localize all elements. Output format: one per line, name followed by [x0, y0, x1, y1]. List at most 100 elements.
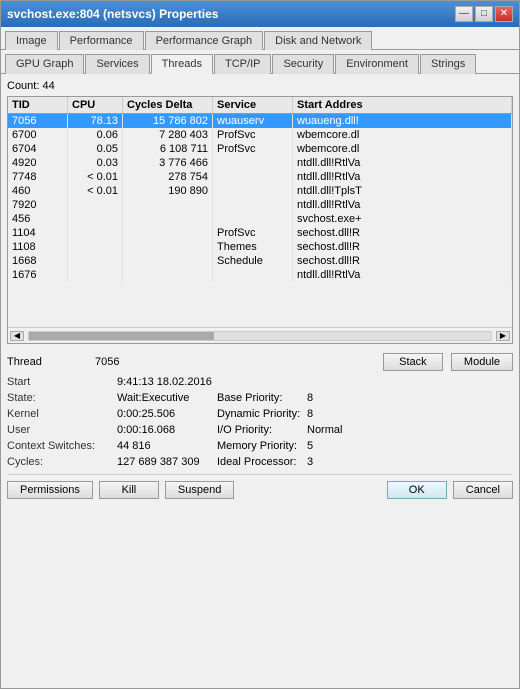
count-row: Count: 44	[7, 80, 513, 92]
cell-tid: 7920	[8, 198, 68, 212]
table-header: TID CPU Cycles Delta Service Start Addre…	[8, 97, 512, 114]
cell-cpu	[68, 226, 123, 240]
cell-cycles	[123, 226, 213, 240]
table-row[interactable]: 7056 78.13 15 786 802 wuauserv wuaueng.d…	[8, 114, 512, 128]
table-body[interactable]: 7056 78.13 15 786 802 wuauserv wuaueng.d…	[8, 114, 512, 327]
permissions-button[interactable]: Permissions	[7, 481, 93, 499]
kernel-row: Kernel 0:00:25.506 Dynamic Priority: 8	[7, 406, 513, 422]
tab-performance-graph[interactable]: Performance Graph	[145, 31, 264, 50]
cell-cpu: 78.13	[68, 114, 123, 128]
cell-service	[213, 198, 293, 212]
content-area: Count: 44 TID CPU Cycles Delta Service S…	[1, 74, 519, 688]
kernel-label: Kernel	[7, 408, 117, 420]
tab-tcpip[interactable]: TCP/IP	[214, 54, 271, 74]
cell-service: ProfSvc	[213, 226, 293, 240]
cell-cycles	[123, 198, 213, 212]
title-bar: svchost.exe:804 (netsvcs) Properties — □…	[1, 1, 519, 27]
cycles-label: Cycles:	[7, 456, 117, 468]
module-button[interactable]: Module	[451, 353, 513, 371]
table-row[interactable]: 460 < 0.01 190 890 ntdll.dll!TplsT	[8, 184, 512, 198]
threads-table: TID CPU Cycles Delta Service Start Addre…	[7, 96, 513, 344]
col-cpu: CPU	[68, 97, 123, 113]
user-label: User	[7, 424, 117, 436]
suspend-button[interactable]: Suspend	[165, 481, 234, 499]
cell-cpu: 0.06	[68, 128, 123, 142]
cell-tid: 6704	[8, 142, 68, 156]
cell-tid: 460	[8, 184, 68, 198]
tab-performance[interactable]: Performance	[59, 31, 144, 50]
cell-cpu	[68, 254, 123, 268]
ok-button[interactable]: OK	[387, 481, 447, 499]
tab-disk-network[interactable]: Disk and Network	[264, 31, 372, 50]
cycles-value: 127 689 387 309	[117, 456, 217, 468]
table-row[interactable]: 6700 0.06 7 280 403 ProfSvc wbemcore.dl	[8, 128, 512, 142]
cell-cycles	[123, 212, 213, 226]
scroll-right-arrow[interactable]: ▶	[496, 331, 510, 341]
base-priority-label: Base Priority:	[217, 392, 307, 404]
window-title: svchost.exe:804 (netsvcs) Properties	[7, 7, 218, 21]
tab-image[interactable]: Image	[5, 31, 58, 50]
start-row: Start 9:41:13 18.02.2016	[7, 374, 513, 390]
tab-services[interactable]: Services	[85, 54, 149, 74]
cell-start: ntdll.dll!RtlVa	[293, 198, 512, 212]
table-row[interactable]: 6704 0.05 6 108 711 ProfSvc wbemcore.dl	[8, 142, 512, 156]
cell-cycles: 278 754	[123, 170, 213, 184]
thread-value: 7056	[95, 356, 155, 368]
cell-cycles: 190 890	[123, 184, 213, 198]
cell-service	[213, 156, 293, 170]
table-row[interactable]: 456 svchost.exe+	[8, 212, 512, 226]
cell-tid: 1108	[8, 240, 68, 254]
cell-cycles: 3 776 466	[123, 156, 213, 170]
tab-security[interactable]: Security	[272, 54, 334, 74]
stack-button[interactable]: Stack	[383, 353, 443, 371]
cell-service: ProfSvc	[213, 128, 293, 142]
cell-cpu	[68, 240, 123, 254]
cell-start: sechost.dll!R	[293, 254, 512, 268]
table-row[interactable]: 7748 < 0.01 278 754 ntdll.dll!RtlVa	[8, 170, 512, 184]
cell-cpu: < 0.01	[68, 184, 123, 198]
col-service: Service	[213, 97, 293, 113]
tab-environment[interactable]: Environment	[335, 54, 419, 74]
tab-strings[interactable]: Strings	[420, 54, 476, 74]
scrollbar-thumb[interactable]	[29, 332, 214, 340]
count-label: Count:	[7, 80, 39, 92]
cell-cpu	[68, 212, 123, 226]
maximize-button[interactable]: □	[475, 6, 493, 22]
table-row[interactable]: 1676 ntdll.dll!RtlVa	[8, 268, 512, 282]
scrollbar-track[interactable]	[28, 331, 492, 341]
cell-start: svchost.exe+	[293, 212, 512, 226]
ideal-processor-value: 3	[307, 456, 313, 468]
dynamic-priority-label: Dynamic Priority:	[217, 408, 307, 420]
cancel-button[interactable]: Cancel	[453, 481, 513, 499]
horizontal-scrollbar[interactable]: ◀ ▶	[8, 327, 512, 343]
dynamic-priority-value: 8	[307, 408, 313, 420]
thread-label: Thread	[7, 356, 87, 368]
table-row[interactable]: 7920 ntdll.dll!RtlVa	[8, 198, 512, 212]
user-row: User 0:00:16.068 I/O Priority: Normal	[7, 422, 513, 438]
main-window: svchost.exe:804 (netsvcs) Properties — □…	[0, 0, 520, 689]
cell-cpu: < 0.01	[68, 170, 123, 184]
tab-threads[interactable]: Threads	[151, 54, 213, 74]
kill-button[interactable]: Kill	[99, 481, 159, 499]
thread-details: Thread 7056 Stack Module Start 9:41:13 1…	[7, 344, 513, 682]
cell-service	[213, 184, 293, 198]
cell-tid: 4920	[8, 156, 68, 170]
cell-service	[213, 268, 293, 282]
close-button[interactable]: ✕	[495, 6, 513, 22]
table-row[interactable]: 1108 Themes sechost.dll!R	[8, 240, 512, 254]
tab-gpu-graph[interactable]: GPU Graph	[5, 54, 84, 74]
table-row[interactable]: 1104 ProfSvc sechost.dll!R	[8, 226, 512, 240]
cell-start: wbemcore.dl	[293, 142, 512, 156]
cell-start: sechost.dll!R	[293, 226, 512, 240]
table-row[interactable]: 4920 0.03 3 776 466 ntdll.dll!RtlVa	[8, 156, 512, 170]
tabs-row2: GPU Graph Services Threads TCP/IP Securi…	[1, 50, 519, 74]
cell-tid: 1104	[8, 226, 68, 240]
tabs-row1: Image Performance Performance Graph Disk…	[1, 27, 519, 50]
minimize-button[interactable]: —	[455, 6, 473, 22]
scroll-left-arrow[interactable]: ◀	[10, 331, 24, 341]
cell-cycles: 15 786 802	[123, 114, 213, 128]
col-cycles: Cycles Delta	[123, 97, 213, 113]
cell-tid: 7748	[8, 170, 68, 184]
table-row[interactable]: 1668 Schedule sechost.dll!R	[8, 254, 512, 268]
context-switches-value: 44 816	[117, 440, 217, 452]
